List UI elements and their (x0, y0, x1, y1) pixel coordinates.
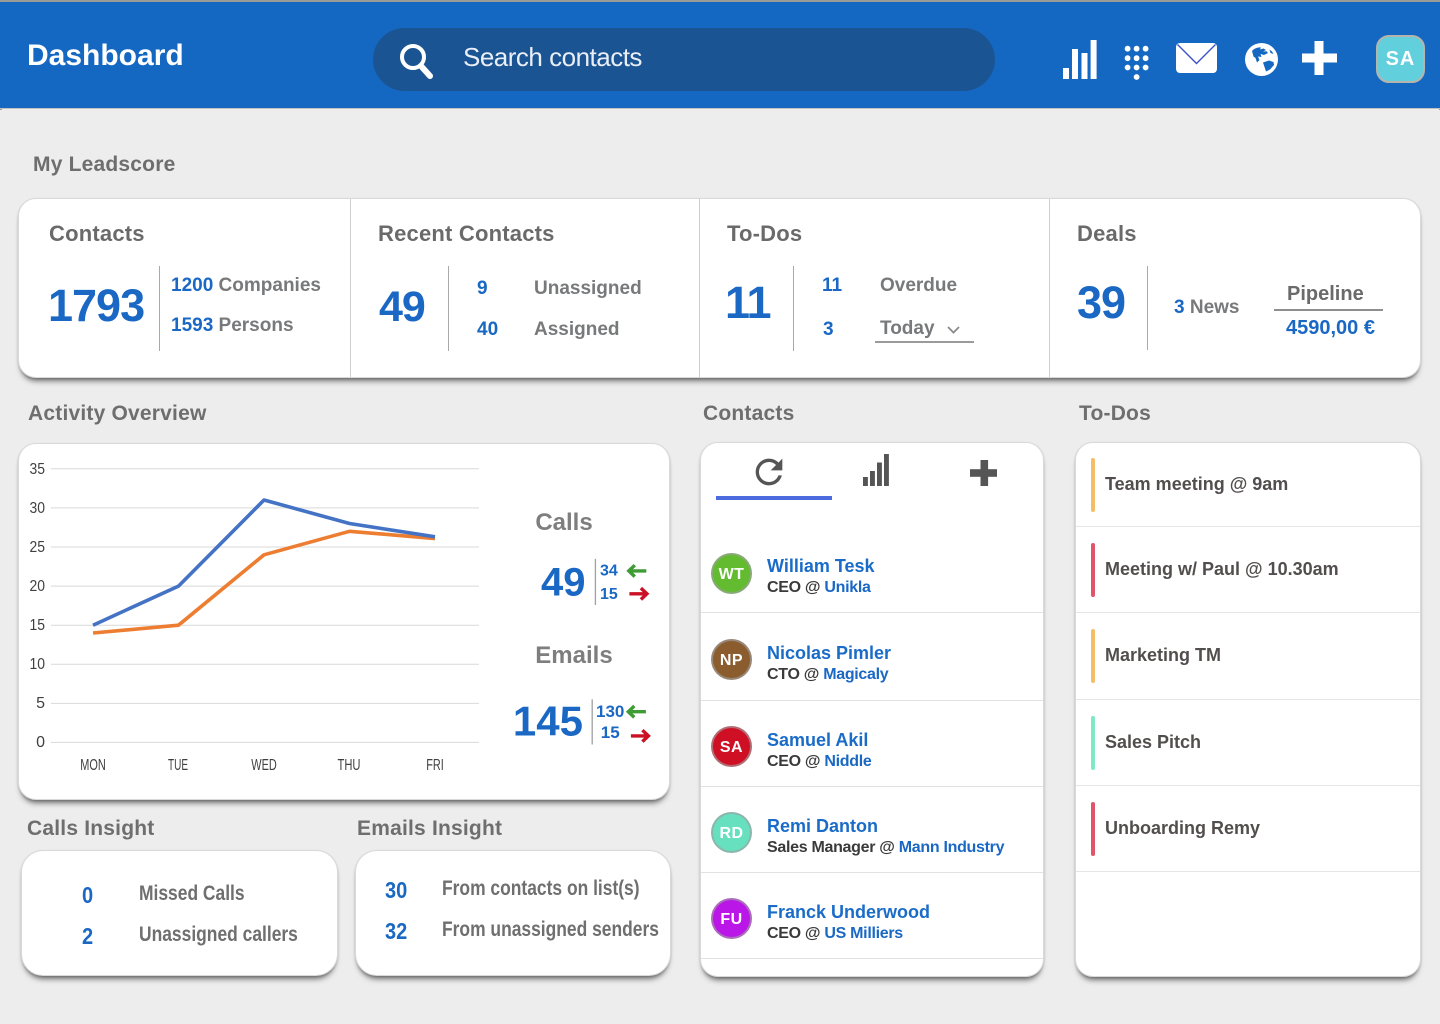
svg-text:145: 145 (513, 697, 583, 744)
svg-text:35: 35 (30, 461, 46, 478)
svg-text:0: 0 (36, 734, 45, 751)
svg-text:25: 25 (30, 539, 46, 556)
svg-text:WED: WED (251, 757, 277, 774)
svg-text:MON: MON (80, 757, 106, 774)
svg-text:TUE: TUE (168, 757, 188, 774)
svg-text:5: 5 (36, 695, 45, 712)
svg-text:20: 20 (30, 578, 46, 595)
svg-text:34: 34 (600, 563, 618, 580)
svg-text:15: 15 (30, 617, 46, 634)
svg-text:130: 130 (596, 702, 624, 721)
svg-text:Calls: Calls (535, 509, 592, 536)
svg-text:Emails: Emails (535, 642, 612, 669)
svg-text:THU: THU (338, 757, 361, 774)
svg-text:10: 10 (30, 656, 46, 673)
svg-text:15: 15 (600, 586, 618, 603)
svg-text:49: 49 (541, 560, 586, 604)
svg-text:30: 30 (30, 500, 46, 517)
svg-text:FRI: FRI (426, 757, 444, 774)
svg-text:15: 15 (601, 723, 620, 742)
